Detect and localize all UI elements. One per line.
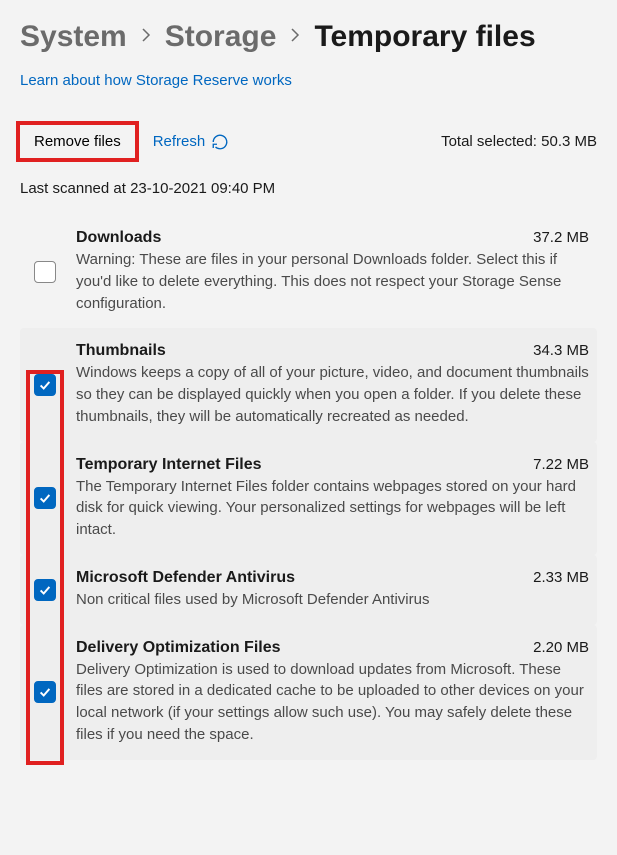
actions-row: Remove files Refresh Total selected: 50.… — [20, 125, 597, 158]
checkbox-downloads[interactable] — [34, 261, 56, 283]
learn-link[interactable]: Learn about how Storage Reserve works — [20, 72, 292, 89]
breadcrumb-system[interactable]: System — [20, 20, 127, 54]
item-title: Temporary Internet Files — [76, 456, 262, 474]
item-size: 37.2 MB — [533, 229, 589, 246]
item-desc: Delivery Optimization is used to downloa… — [76, 659, 589, 746]
checkbox-defender[interactable] — [34, 579, 56, 601]
item-size: 7.22 MB — [533, 456, 589, 473]
item-desc: Windows keeps a copy of all of your pict… — [76, 362, 589, 427]
item-desc: The Temporary Internet Files folder cont… — [76, 476, 589, 541]
chevron-right-icon — [141, 27, 151, 48]
checkbox-temp-internet[interactable] — [34, 487, 56, 509]
file-item-downloads: Downloads 37.2 MB Warning: These are fil… — [20, 215, 597, 328]
breadcrumb: System Storage Temporary files — [20, 20, 597, 54]
total-selected: Total selected: 50.3 MB — [441, 133, 597, 150]
checkbox-delivery-opt[interactable] — [34, 681, 56, 703]
item-desc: Non critical files used by Microsoft Def… — [76, 589, 589, 611]
refresh-icon — [211, 133, 229, 151]
item-size: 2.20 MB — [533, 639, 589, 656]
item-title: Delivery Optimization Files — [76, 639, 281, 657]
file-item-temp-internet: Temporary Internet Files 7.22 MB The Tem… — [20, 442, 597, 555]
file-item-thumbnails: Thumbnails 34.3 MB Windows keeps a copy … — [20, 328, 597, 441]
refresh-button[interactable]: Refresh — [153, 133, 230, 151]
breadcrumb-current: Temporary files — [314, 20, 535, 54]
item-desc: Warning: These are files in your persona… — [76, 249, 589, 314]
file-item-defender: Microsoft Defender Antivirus 2.33 MB Non… — [20, 555, 597, 625]
breadcrumb-storage[interactable]: Storage — [165, 20, 277, 54]
refresh-label: Refresh — [153, 133, 206, 150]
remove-files-button[interactable]: Remove files — [20, 125, 135, 158]
item-size: 2.33 MB — [533, 569, 589, 586]
file-item-delivery-opt: Delivery Optimization Files 2.20 MB Deli… — [20, 625, 597, 760]
checkbox-thumbnails[interactable] — [34, 374, 56, 396]
item-title: Thumbnails — [76, 342, 166, 360]
item-size: 34.3 MB — [533, 342, 589, 359]
last-scanned: Last scanned at 23-10-2021 09:40 PM — [20, 180, 597, 197]
chevron-right-icon — [290, 27, 300, 48]
item-title: Downloads — [76, 229, 161, 247]
file-list: Downloads 37.2 MB Warning: These are fil… — [20, 215, 597, 760]
item-title: Microsoft Defender Antivirus — [76, 569, 295, 587]
